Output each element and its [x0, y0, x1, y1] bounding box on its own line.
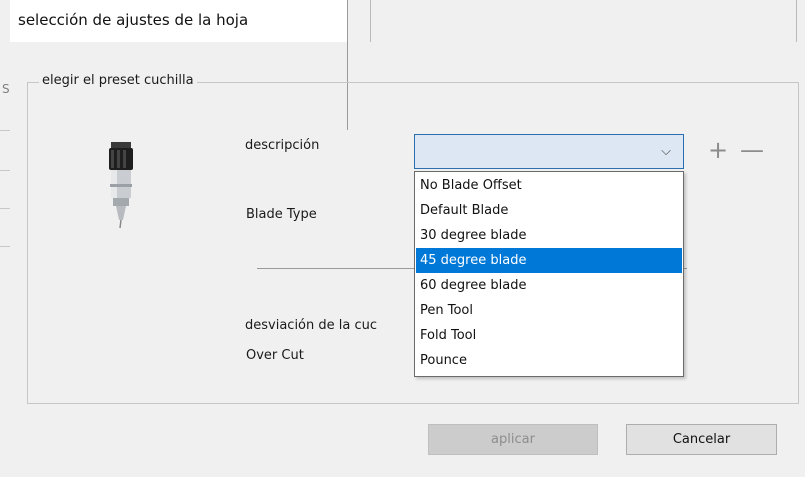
dropdown-option-selected[interactable]: 45 degree blade: [416, 248, 682, 273]
dropdown-option[interactable]: Pounce: [416, 348, 682, 373]
background-divider: [0, 246, 10, 247]
dropdown-option[interactable]: Default Blade: [416, 198, 682, 223]
description-combobox[interactable]: ⌵: [414, 134, 684, 169]
remove-preset-button[interactable]: —: [740, 137, 764, 163]
dropdown-option[interactable]: Fold Tool: [416, 323, 682, 348]
blade-offset-label: desviación de la cuc: [245, 318, 378, 333]
over-cut-label: Over Cut: [246, 348, 304, 363]
cancel-button[interactable]: Cancelar: [626, 424, 777, 455]
dropdown-option[interactable]: No Blade Offset: [416, 173, 682, 198]
dropdown-option[interactable]: 30 degree blade: [416, 223, 682, 248]
background-text: S: [2, 82, 10, 96]
dialog-title: selección de ajustes de la hoja: [18, 11, 249, 29]
description-label: descripción: [245, 138, 320, 153]
background-frame: [370, 0, 797, 47]
add-preset-button[interactable]: +: [708, 137, 728, 163]
dropdown-option[interactable]: 60 degree blade: [416, 273, 682, 298]
blade-preset-dropdown: No Blade Offset Default Blade 30 degree …: [414, 171, 684, 377]
background-divider: [0, 130, 10, 131]
group-title: elegir el preset cuchilla: [39, 73, 197, 88]
background-divider: [0, 170, 10, 171]
blade-tool-icon: [103, 140, 139, 234]
blade-type-label: Blade Type: [246, 207, 317, 222]
dropdown-option[interactable]: Pen Tool: [416, 298, 682, 323]
apply-button[interactable]: aplicar: [428, 424, 598, 455]
dialog-titlebar[interactable]: selección de ajustes de la hoja: [10, 0, 348, 42]
background-divider: [0, 208, 10, 209]
chevron-down-icon[interactable]: ⌵: [661, 144, 671, 159]
